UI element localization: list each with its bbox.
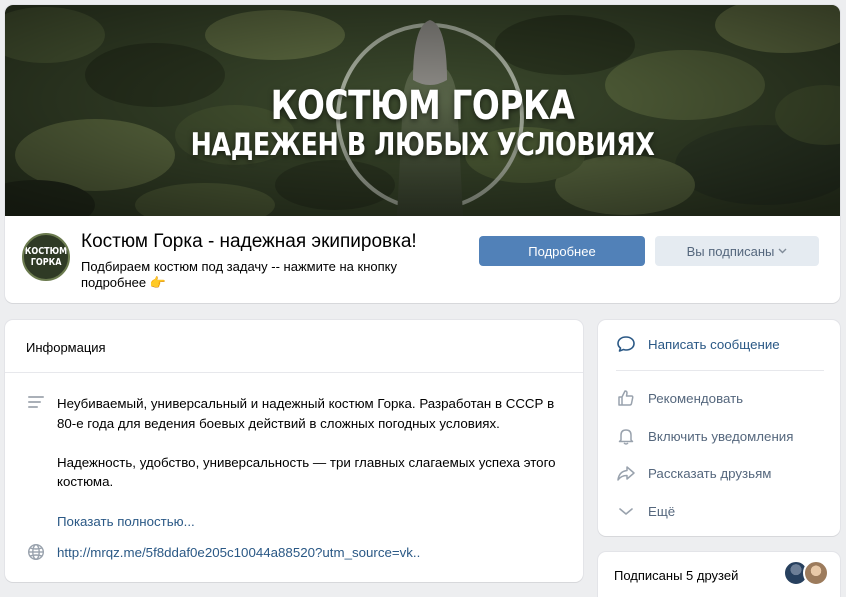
info-card: Информация Неубиваемый, универсальный и … bbox=[5, 320, 583, 582]
avatar-text-line2: ГОРКА bbox=[30, 257, 62, 268]
show-full-link[interactable]: Показать полностью... bbox=[57, 514, 195, 529]
group-avatar[interactable]: КОСТЮМ ГОРКА bbox=[22, 233, 70, 281]
group-status-text: Подбираем костюм под задачу -- нажмите н… bbox=[81, 259, 397, 290]
chevron-down-icon bbox=[778, 246, 787, 256]
divider bbox=[616, 370, 824, 371]
more-info-button[interactable]: Подробнее bbox=[479, 236, 645, 266]
avatar-text-line1: КОСТЮМ bbox=[24, 246, 68, 257]
info-title: Информация bbox=[26, 340, 106, 355]
more-actions-button[interactable]: Ещё bbox=[616, 501, 675, 521]
recommend-button[interactable]: Рекомендовать bbox=[616, 388, 743, 408]
subscribed-friends-card[interactable]: Подписаны 5 друзей bbox=[598, 552, 840, 597]
subscribed-button[interactable]: Вы подписаны bbox=[655, 236, 819, 266]
cover-subheadline: НАДЕЖЕН В ЛЮБЫХ УСЛОВИЯХ bbox=[190, 127, 655, 163]
chevron-down-icon bbox=[616, 501, 636, 521]
globe-icon bbox=[27, 543, 45, 561]
tell-friends-button[interactable]: Рассказать друзьям bbox=[616, 463, 771, 483]
friend-avatar[interactable] bbox=[803, 560, 829, 586]
more-actions-label: Ещё bbox=[648, 503, 676, 519]
divider bbox=[5, 372, 583, 373]
enable-notifications-button[interactable]: Включить уведомления bbox=[616, 426, 793, 446]
group-name: Костюм Горка - надежная экипировка! bbox=[81, 231, 417, 252]
subscribed-friends-label: Подписаны 5 друзей bbox=[614, 568, 739, 583]
subscribed-button-label: Вы подписаны bbox=[686, 243, 775, 259]
group-status: Подбираем костюм под задачу -- нажмите н… bbox=[81, 259, 461, 291]
actions-card: Написать сообщение Рекомендовать Включит… bbox=[598, 320, 840, 536]
write-message-label: Написать сообщение bbox=[648, 336, 780, 352]
recommend-label: Рекомендовать bbox=[648, 390, 744, 406]
group-description: Неубиваемый, универсальный и надежный ко… bbox=[57, 394, 567, 511]
bell-icon bbox=[616, 426, 636, 446]
cover-image: КОСТЮМ ГОРКА НАДЕЖЕН В ЛЮБЫХ УСЛОВИЯХ bbox=[5, 5, 840, 216]
website-link[interactable]: http://mrqz.me/5f8ddaf0e205c10044a88520?… bbox=[57, 545, 420, 560]
enable-notifications-label: Включить уведомления bbox=[648, 428, 794, 444]
cover-headline: КОСТЮМ ГОРКА bbox=[270, 83, 575, 129]
more-info-button-label: Подробнее bbox=[528, 243, 596, 259]
description-icon bbox=[28, 396, 44, 410]
group-header-card: КОСТЮМ ГОРКА НАДЕЖЕН В ЛЮБЫХ УСЛОВИЯХ КО… bbox=[5, 5, 840, 303]
tell-friends-label: Рассказать друзьям bbox=[648, 465, 772, 481]
description-paragraph: Надежность, удобство, универсальность — … bbox=[57, 454, 556, 490]
share-arrow-icon bbox=[616, 463, 636, 483]
write-message-button[interactable]: Написать сообщение bbox=[616, 334, 780, 354]
thumbs-up-icon bbox=[616, 388, 636, 408]
message-bubble-icon bbox=[616, 334, 636, 354]
description-paragraph: Неубиваемый, универсальный и надежный ко… bbox=[57, 396, 555, 431]
pointing-hand-icon: 👉 bbox=[149, 275, 166, 290]
